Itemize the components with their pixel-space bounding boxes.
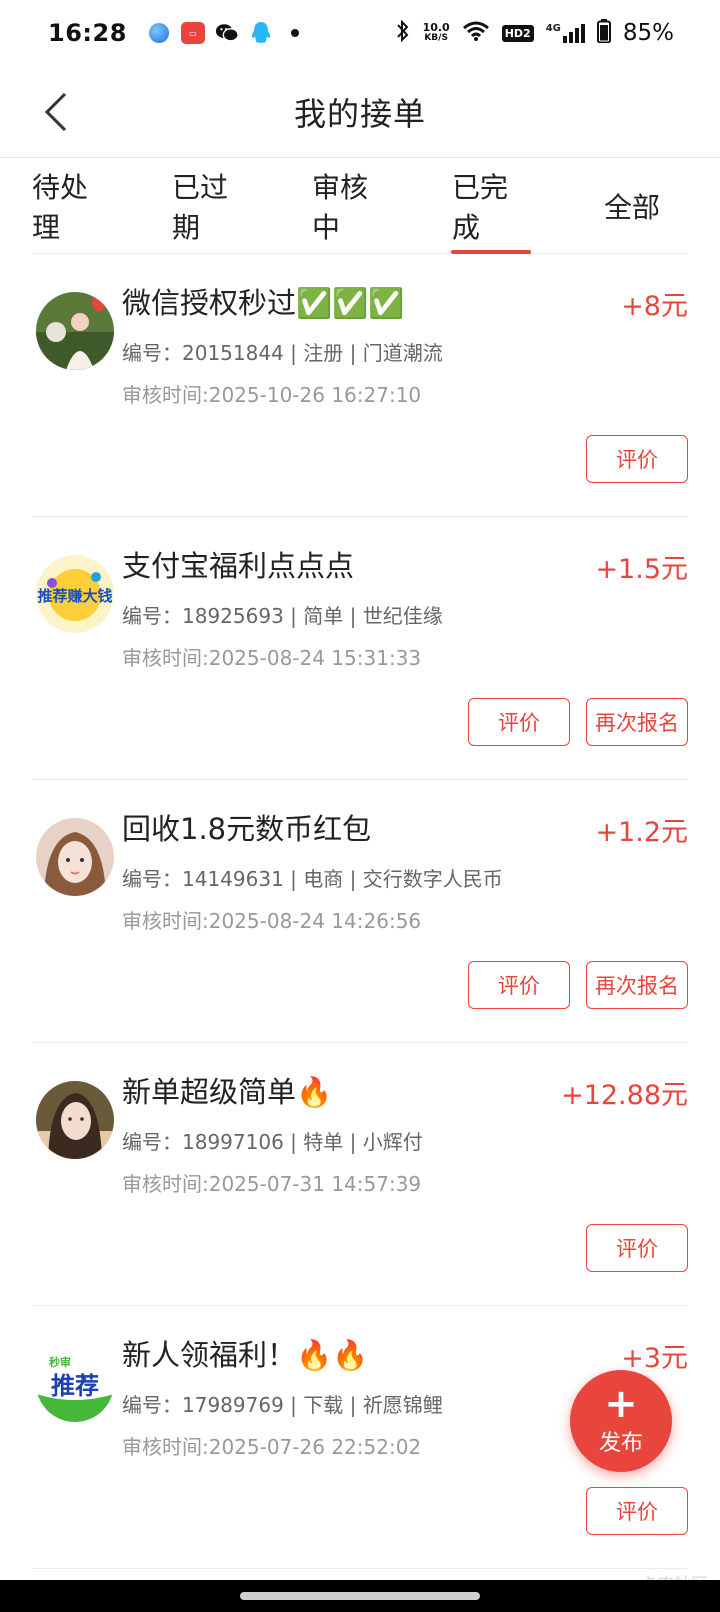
wechat-icon <box>215 21 239 45</box>
order-meta: 编号：18997106 | 特单 | 小辉付 <box>122 1130 423 1154</box>
order-reward: +12.88元 <box>561 1080 688 1111</box>
evaluate-button[interactable]: 评价 <box>468 698 570 746</box>
reapply-button[interactable]: 再次报名 <box>586 961 688 1009</box>
order-card[interactable]: 推荐赚大钱 支付宝福利点点点 +1.5元 编号：18925693 | 简单 | … <box>32 517 688 780</box>
plus-icon: + <box>604 1381 638 1427</box>
home-gesture-bar[interactable] <box>240 1592 480 1600</box>
battery-percent: 85% <box>622 20 674 46</box>
system-icons: 10.0 KB/S HD2 4G 85% <box>395 19 674 47</box>
notification-dot-icon <box>283 21 307 45</box>
review-time: 审核时间:2025-07-31 14:57:39 <box>122 1172 422 1196</box>
order-meta: 编号：14149631 | 电商 | 交行数字人民币 <box>122 867 503 891</box>
order-meta: 编号：18925693 | 简单 | 世纪佳缘 <box>122 604 443 628</box>
avatar <box>36 1081 114 1159</box>
svg-text:推荐赚大钱: 推荐赚大钱 <box>37 587 112 605</box>
network-speed: 10.0 KB/S <box>422 21 450 43</box>
back-button[interactable] <box>36 86 76 138</box>
order-title: 支付宝福利点点点 <box>122 549 355 583</box>
order-reward: +1.2元 <box>595 817 688 848</box>
system-nav-bar <box>0 1580 720 1612</box>
order-title: 新人领福利！🔥🔥 <box>122 1338 369 1372</box>
tab-all[interactable]: 全部 <box>602 158 662 254</box>
review-time: 审核时间:2025-08-24 15:31:33 <box>122 646 422 670</box>
tab-expired[interactable]: 已过期 <box>172 158 252 254</box>
avatar <box>36 292 114 370</box>
avatar: 推荐赚大钱 <box>36 555 114 633</box>
evaluate-button[interactable]: 评价 <box>586 1487 688 1535</box>
evaluate-button[interactable]: 评价 <box>586 1224 688 1272</box>
order-reward: +8元 <box>621 291 688 322</box>
battery-icon <box>596 19 611 47</box>
order-actions: 评价 <box>586 1487 688 1535</box>
evaluate-button[interactable]: 评价 <box>586 435 688 483</box>
page-title: 我的接单 <box>293 94 426 133</box>
chevron-left-icon <box>44 92 67 132</box>
order-title: 回收1.8元数币红包 <box>122 812 372 846</box>
publish-fab-button[interactable]: + 发布 <box>570 1370 672 1472</box>
review-time: 审核时间:2025-07-26 22:52:02 <box>122 1435 422 1459</box>
order-card[interactable]: 新单超级简单🔥 +12.88元 编号：18997106 | 特单 | 小辉付 审… <box>32 1043 688 1306</box>
evaluate-button[interactable]: 评价 <box>468 961 570 1009</box>
notification-icons: ▭ <box>147 21 307 45</box>
publish-label: 发布 <box>598 1431 643 1456</box>
order-meta: 编号：17989769 | 下载 | 祈愿锦鲤 <box>122 1393 443 1417</box>
status-bar: 16:28 ▭ 10.0 KB/S HD2 4G 85% <box>0 0 720 66</box>
order-card[interactable]: 回收1.8元数币红包 +1.2元 编号：14149631 | 电商 | 交行数字… <box>32 780 688 1043</box>
tab-pending[interactable]: 待处理 <box>32 158 112 254</box>
avatar: 秒审 推荐 <box>36 1344 114 1422</box>
wifi-icon <box>462 20 490 46</box>
hd-badge: HD2 <box>501 24 534 42</box>
order-title: 新单超级简单🔥 <box>122 1075 333 1109</box>
order-meta: 编号：20151844 | 注册 | 门道潮流 <box>122 341 443 365</box>
status-time: 16:28 <box>48 19 127 47</box>
order-reward: +3元 <box>621 1343 688 1374</box>
order-card[interactable]: 微信授权秒过✅✅✅ +8元 编号：20151844 | 注册 | 门道潮流 审核… <box>32 254 688 517</box>
app-header: 我的接单 <box>0 66 720 158</box>
svg-text:推荐: 推荐 <box>51 1372 99 1400</box>
reapply-button[interactable]: 再次报名 <box>586 698 688 746</box>
order-reward: +1.5元 <box>595 554 688 585</box>
bluetooth-icon <box>395 19 411 47</box>
order-title: 微信授权秒过✅✅✅ <box>122 286 405 320</box>
order-actions: 评价 再次报名 <box>468 961 688 1009</box>
browser-icon <box>147 21 171 45</box>
order-actions: 评价 再次报名 <box>468 698 688 746</box>
tab-completed[interactable]: 已完成 <box>452 158 530 254</box>
qq-icon <box>249 21 273 45</box>
order-status-tabs: 待处理 已过期 审核中 已完成 全部 <box>32 158 688 254</box>
signal-icon: 4G <box>546 23 585 43</box>
svg-text:秒审: 秒审 <box>49 1355 71 1369</box>
avatar <box>36 818 114 896</box>
order-actions: 评价 <box>586 435 688 483</box>
tab-reviewing[interactable]: 审核中 <box>312 158 392 254</box>
order-actions: 评价 <box>586 1224 688 1272</box>
review-time: 审核时间:2025-08-24 14:26:56 <box>122 909 422 933</box>
review-time: 审核时间:2025-10-26 16:27:10 <box>122 383 422 407</box>
shopping-app-icon: ▭ <box>180 21 205 45</box>
